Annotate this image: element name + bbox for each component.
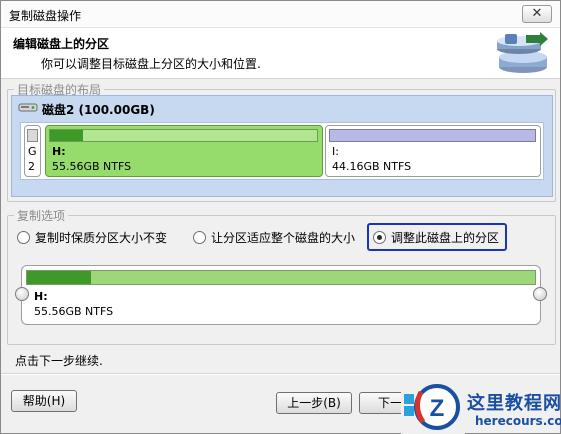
status-text: 点击下一步继续.: [15, 354, 103, 368]
copy-disk-dialog: 复制磁盘操作 ✕ 编辑磁盘上的分区 你可以调整目标磁盘上分区的大小和位置. 目标…: [0, 0, 561, 434]
selected-option-highlight: [367, 223, 507, 251]
partition-g-usage-bar: [27, 129, 38, 142]
resize-handle-right[interactable]: [533, 287, 547, 301]
watermark-logo-icon: Z: [401, 380, 465, 434]
preview-usage-bar: [26, 270, 536, 285]
close-icon: ✕: [531, 6, 543, 21]
partition-h-usage-bar: [49, 129, 318, 142]
radio-circle: [17, 230, 30, 244]
partition-i-size: 44.16GB NTFS: [332, 160, 412, 173]
footer-divider: [1, 373, 560, 375]
watermark-url: herecours.com: [475, 414, 561, 428]
resize-handle-left[interactable]: [15, 287, 29, 301]
partition-h-letter: H:: [52, 145, 66, 158]
title-bar: 复制磁盘操作 ✕: [1, 1, 560, 28]
partition-g-letter: G: [28, 145, 37, 158]
back-button[interactable]: 上一步(B): [276, 392, 352, 414]
page-title: 编辑磁盘上的分区: [13, 37, 110, 51]
disk-partition-map: G 2 H: 55.56GB NTFS I: 44.16GB NTFS: [20, 122, 544, 180]
partition-i[interactable]: I: 44.16GB NTFS: [325, 125, 541, 177]
watermark-title: 这里教程网: [467, 393, 561, 414]
help-button[interactable]: 帮助(H): [11, 390, 77, 412]
partition-h-label: H: 55.56GB NTFS: [52, 144, 131, 174]
disk-panel[interactable]: 磁盘2 (100.00GB) G 2 H: 55.56GB NTFS I: 44…: [11, 95, 553, 197]
partition-i-letter: I:: [332, 145, 339, 158]
partition-g-label: G 2: [28, 144, 37, 174]
option-keep-size-label: 复制时保质分区大小不变: [35, 230, 168, 245]
partition-g[interactable]: G 2: [24, 125, 41, 177]
window-title: 复制磁盘操作: [9, 9, 82, 23]
svg-text:Z: Z: [430, 395, 445, 422]
preview-partition-letter: H:: [34, 290, 48, 303]
radio-circle: [193, 230, 206, 244]
partition-i-label: I: 44.16GB NTFS: [332, 144, 411, 174]
page-subtitle: 你可以调整目标磁盘上分区的大小和位置.: [41, 57, 261, 71]
option-fit-disk-label: 让分区适应整个磁盘的大小: [211, 230, 356, 245]
partition-i-usage-bar: [329, 129, 536, 142]
partition-h-usage-fill: [50, 130, 83, 141]
disk-name: 磁盘2 (100.00GB): [42, 103, 155, 117]
hard-disk-icon: [18, 103, 38, 112]
partition-resize-preview[interactable]: H: 55.56GB NTFS: [21, 265, 541, 325]
close-button[interactable]: ✕: [522, 5, 552, 23]
preview-partition-label: H: 55.56GB NTFS: [34, 289, 113, 319]
partition-h[interactable]: H: 55.56GB NTFS: [45, 125, 323, 177]
partition-g-sub: 2: [28, 160, 35, 173]
option-keep-size-radio[interactable]: 复制时保质分区大小不变: [17, 228, 167, 246]
partition-h-size: 55.56GB NTFS: [52, 160, 132, 173]
site-watermark: Z 这里教程网 herecours.com: [401, 380, 561, 434]
wizard-header: 编辑磁盘上的分区 你可以调整目标磁盘上分区的大小和位置.: [1, 28, 560, 79]
preview-usage-fill: [27, 271, 91, 284]
copy-options-legend: 复制选项: [17, 209, 66, 223]
option-fit-disk-radio[interactable]: 让分区适应整个磁盘的大小: [193, 228, 355, 246]
preview-partition-size: 55.56GB NTFS: [34, 305, 114, 318]
disk-copy-icon: [497, 32, 548, 73]
